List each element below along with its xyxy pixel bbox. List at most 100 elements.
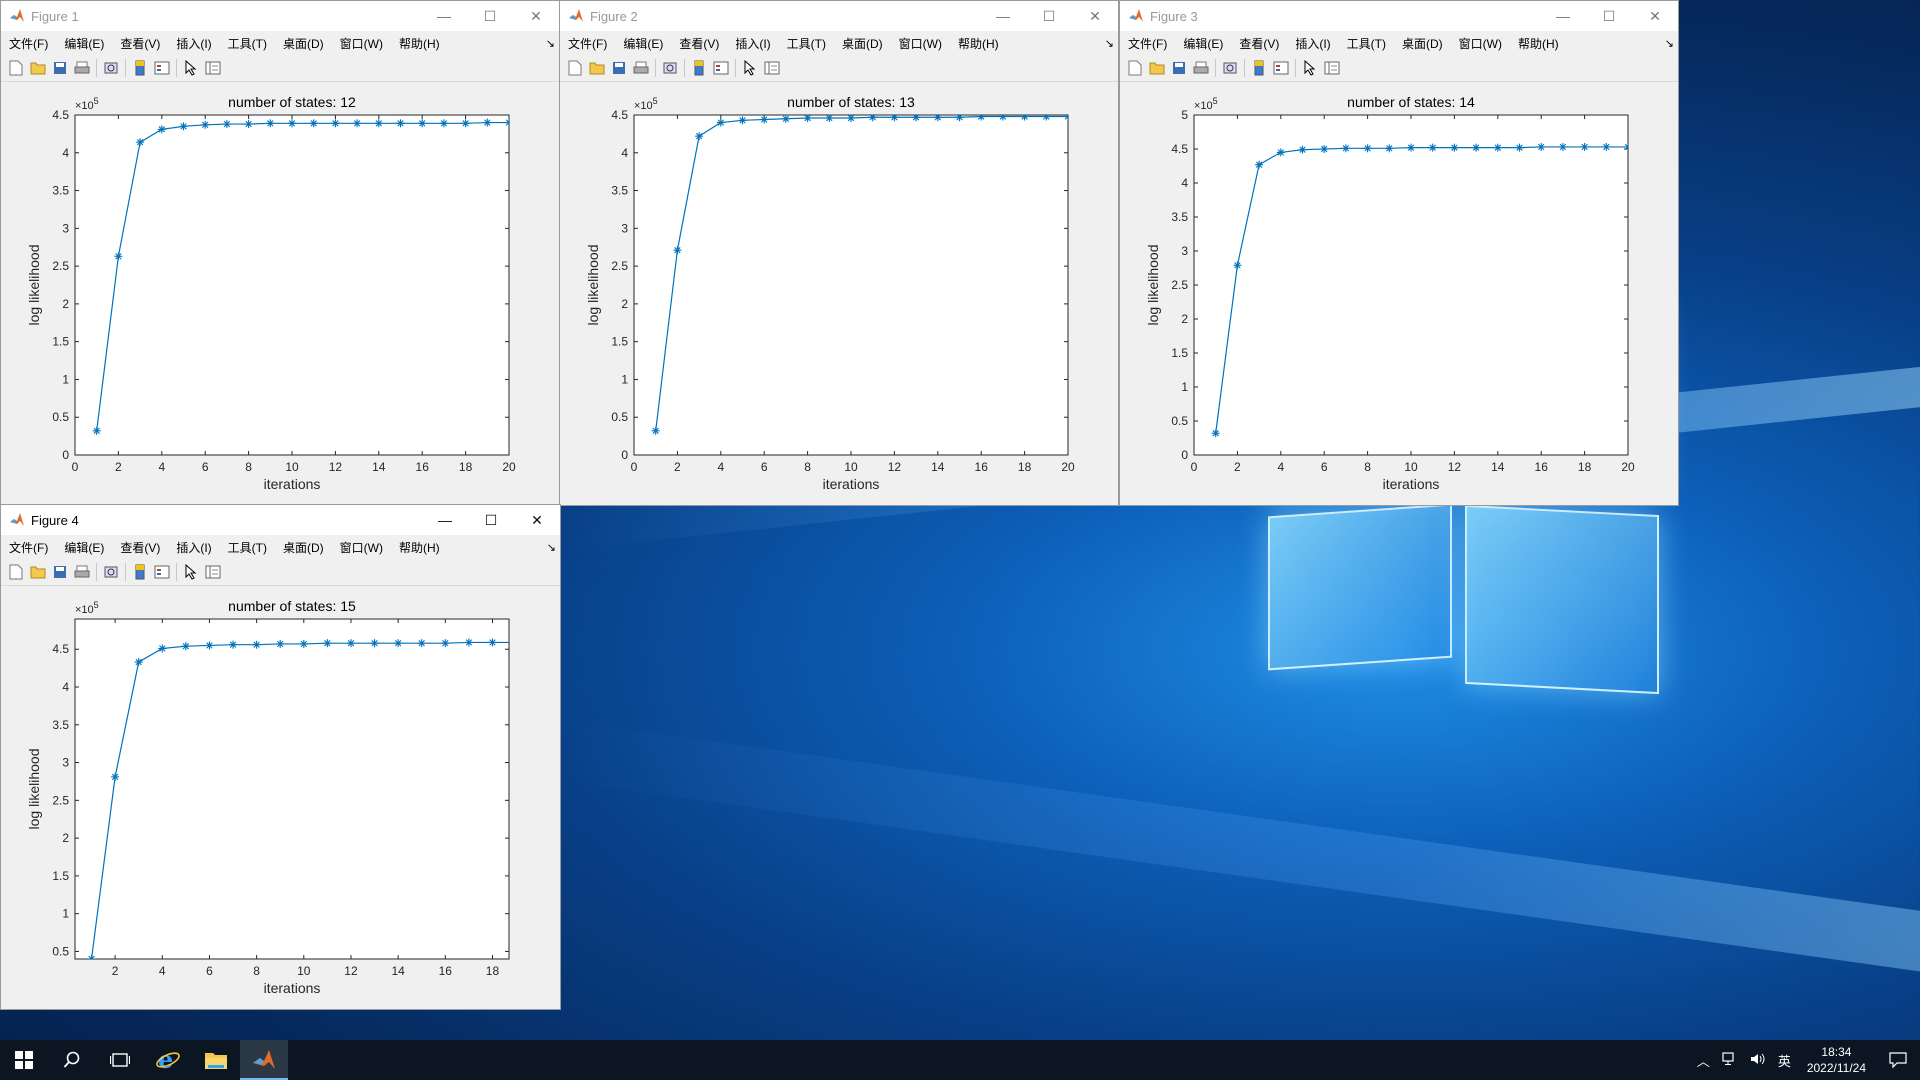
menu-item[interactable]: 桌面(D) <box>834 35 891 52</box>
window-titlebar[interactable]: Figure 1 — ☐ ✕ <box>1 1 559 31</box>
colorbar-icon[interactable] <box>691 60 707 76</box>
menu-item[interactable]: 窗口(W) <box>332 539 391 556</box>
open-folder-icon[interactable] <box>589 60 605 76</box>
menu-item[interactable]: 工具(T) <box>220 35 275 52</box>
menu-item[interactable]: 编辑(E) <box>56 35 112 52</box>
menu-item[interactable]: 编辑(E) <box>1175 35 1231 52</box>
property-editor-icon[interactable] <box>1324 60 1340 76</box>
pointer-icon[interactable] <box>183 60 199 76</box>
print-preview-icon[interactable] <box>103 60 119 76</box>
menu-item[interactable]: 工具(T) <box>779 35 834 52</box>
menu-item[interactable]: 查看(V) <box>671 35 727 52</box>
menu-item[interactable]: 查看(V) <box>1231 35 1287 52</box>
menu-item[interactable]: 文件(F) <box>1 539 56 556</box>
print-preview-icon[interactable] <box>103 564 119 580</box>
colorbar-icon[interactable] <box>132 60 148 76</box>
line-chart[interactable]: 0 2 4 6 8 10 12 14 16 18 20 0 0.5 1 1.5 2 2.5 3 3.5 4 4.5 5 ×1… <box>1120 82 1676 506</box>
menu-overflow-icon[interactable]: ↘ <box>546 37 555 50</box>
ie-icon[interactable]: e <box>144 1040 192 1080</box>
pointer-icon[interactable] <box>1302 60 1318 76</box>
pointer-icon[interactable] <box>742 60 758 76</box>
legend-icon[interactable] <box>713 60 729 76</box>
maximize-button[interactable]: ☐ <box>1026 1 1072 31</box>
menu-item[interactable]: 桌面(D) <box>275 35 332 52</box>
menu-overflow-icon[interactable]: ↘ <box>1105 37 1114 50</box>
line-chart[interactable]: 0 2 4 6 8 10 12 14 16 18 20 0 0.5 1 1.5 2 2.5 3 3.5 4 4.5 ×10… <box>560 82 1116 506</box>
menu-item[interactable]: 帮助(H) <box>950 35 1007 52</box>
menu-item[interactable]: 文件(F) <box>560 35 615 52</box>
menu-item[interactable]: 插入(I) <box>1287 35 1338 52</box>
menu-item[interactable]: 文件(F) <box>1 35 56 52</box>
search-icon[interactable] <box>48 1040 96 1080</box>
line-chart[interactable]: 0 2 4 6 8 10 12 14 16 18 20 0 0.5 1 1.5 2 2.5 3 3.5 4 4.5 ×10… <box>1 82 557 506</box>
print-icon[interactable] <box>1193 60 1209 76</box>
menu-item[interactable]: 编辑(E) <box>615 35 671 52</box>
menu-item[interactable]: 帮助(H) <box>391 539 448 556</box>
menu-item[interactable]: 窗口(W) <box>332 35 391 52</box>
minimize-button[interactable]: — <box>421 1 467 31</box>
menu-item[interactable]: 工具(T) <box>1339 35 1394 52</box>
new-file-icon[interactable] <box>8 564 24 580</box>
figure-window-1[interactable]: Figure 1— ☐ ✕ 文件(F) 编辑(E) 查看(V) 插入(I) 工具(T) 桌面(D… <box>0 0 560 506</box>
print-icon[interactable] <box>74 60 90 76</box>
window-titlebar[interactable]: Figure 4 — ☐ ✕ <box>1 505 560 535</box>
close-button[interactable]: ✕ <box>1072 1 1118 31</box>
print-preview-icon[interactable] <box>1222 60 1238 76</box>
maximize-button[interactable]: ☐ <box>1586 1 1632 31</box>
menu-item[interactable]: 窗口(W) <box>891 35 950 52</box>
ime-indicator[interactable]: 英 <box>1778 1051 1791 1070</box>
menu-item[interactable]: 查看(V) <box>112 539 168 556</box>
menu-item[interactable]: 查看(V) <box>112 35 168 52</box>
start-icon[interactable] <box>0 1040 48 1080</box>
menu-item[interactable]: 插入(I) <box>727 35 778 52</box>
new-file-icon[interactable] <box>567 60 583 76</box>
file-explorer-icon[interactable] <box>192 1040 240 1080</box>
save-icon[interactable] <box>52 60 68 76</box>
open-folder-icon[interactable] <box>1149 60 1165 76</box>
volume-icon[interactable] <box>1750 1052 1766 1069</box>
print-icon[interactable] <box>633 60 649 76</box>
open-folder-icon[interactable] <box>30 564 46 580</box>
property-editor-icon[interactable] <box>764 60 780 76</box>
open-folder-icon[interactable] <box>30 60 46 76</box>
save-icon[interactable] <box>52 564 68 580</box>
window-titlebar[interactable]: Figure 3 — ☐ ✕ <box>1120 1 1678 31</box>
new-file-icon[interactable] <box>1127 60 1143 76</box>
minimize-button[interactable]: — <box>1540 1 1586 31</box>
menu-item[interactable]: 工具(T) <box>220 539 275 556</box>
colorbar-icon[interactable] <box>1251 60 1267 76</box>
minimize-button[interactable]: — <box>422 505 468 535</box>
legend-icon[interactable] <box>154 564 170 580</box>
menu-item[interactable]: 插入(I) <box>168 539 219 556</box>
property-editor-icon[interactable] <box>205 60 221 76</box>
property-editor-icon[interactable] <box>205 564 221 580</box>
figure-window-3[interactable]: Figure 3— ☐ ✕ 文件(F) 编辑(E) 查看(V) 插入(I) 工具(T) 桌面(D… <box>1119 0 1679 506</box>
pointer-icon[interactable] <box>183 564 199 580</box>
new-file-icon[interactable] <box>8 60 24 76</box>
menu-item[interactable]: 桌面(D) <box>1394 35 1451 52</box>
menu-overflow-icon[interactable]: ↘ <box>1665 37 1674 50</box>
matlab-icon[interactable] <box>240 1040 288 1080</box>
chevron-up-icon[interactable]: ︿ <box>1697 1051 1710 1070</box>
menu-item[interactable]: 编辑(E) <box>56 539 112 556</box>
menu-item[interactable]: 帮助(H) <box>391 35 448 52</box>
clock[interactable]: 18:34 2022/11/24 <box>1807 1044 1866 1076</box>
minimize-button[interactable]: — <box>980 1 1026 31</box>
menu-item[interactable]: 窗口(W) <box>1451 35 1510 52</box>
figure-window-2[interactable]: Figure 2— ☐ ✕ 文件(F) 编辑(E) 查看(V) 插入(I) 工具(T) 桌面(D… <box>559 0 1119 506</box>
task-view-icon[interactable] <box>96 1040 144 1080</box>
notification-icon[interactable] <box>1876 1040 1920 1080</box>
close-button[interactable]: ✕ <box>513 1 559 31</box>
window-titlebar[interactable]: Figure 2 — ☐ ✕ <box>560 1 1118 31</box>
figure-window-4[interactable]: Figure 4— ☐ ✕ 文件(F) 编辑(E) 查看(V) 插入(I) 工具(T) 桌面(D… <box>0 504 561 1010</box>
save-icon[interactable] <box>611 60 627 76</box>
legend-icon[interactable] <box>154 60 170 76</box>
print-icon[interactable] <box>74 564 90 580</box>
print-preview-icon[interactable] <box>662 60 678 76</box>
maximize-button[interactable]: ☐ <box>468 505 514 535</box>
network-icon[interactable] <box>1722 1051 1738 1069</box>
save-icon[interactable] <box>1171 60 1187 76</box>
menu-item[interactable]: 桌面(D) <box>275 539 332 556</box>
close-button[interactable]: ✕ <box>514 505 560 535</box>
menu-item[interactable]: 文件(F) <box>1120 35 1175 52</box>
